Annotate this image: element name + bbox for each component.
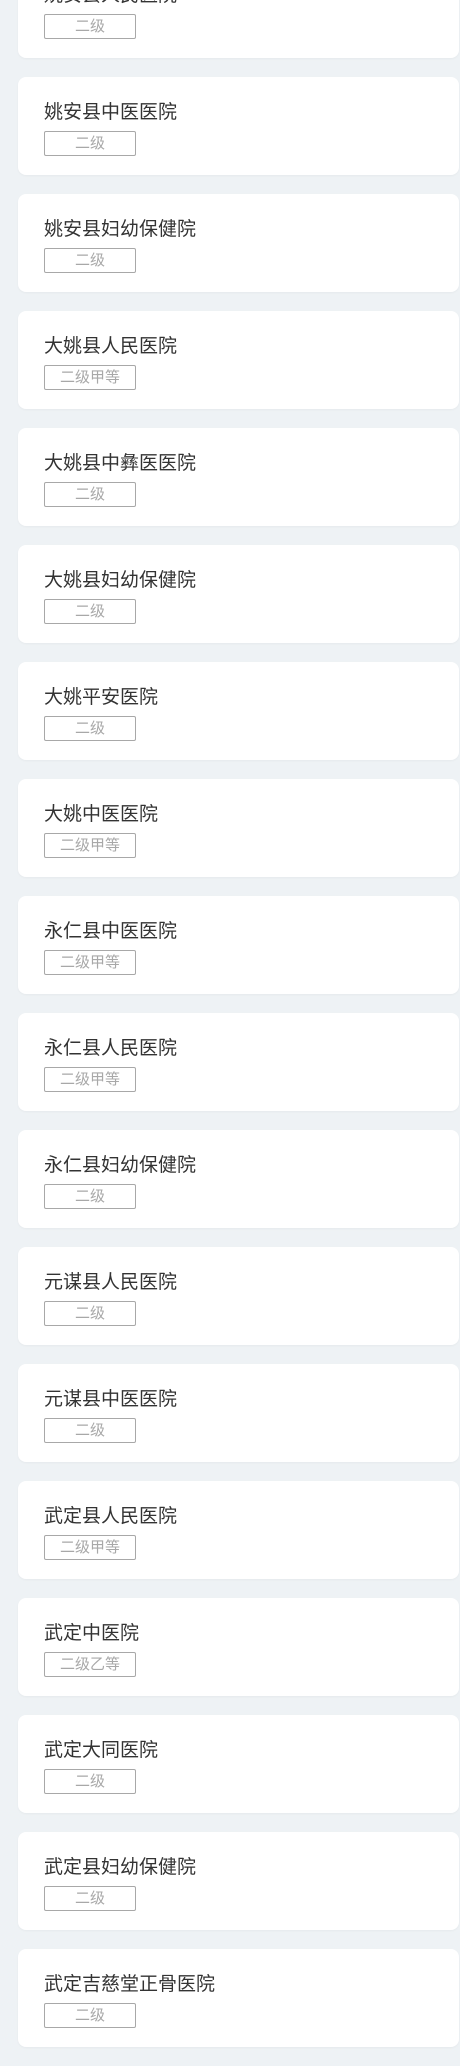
hospital-name: 大姚县中彝医医院	[44, 452, 197, 474]
hospital-level-badge: 二级乙等	[44, 1652, 136, 1677]
hospital-card[interactable]: 永仁县妇幼保健院 二级	[18, 1130, 459, 1228]
hospital-level-badge: 二级	[44, 599, 136, 624]
hospital-level-badge: 二级	[44, 716, 136, 741]
hospital-level-badge: 二级	[44, 131, 136, 156]
hospital-name: 姚安县人民医院	[44, 0, 177, 7]
hospital-level-badge: 二级甲等	[44, 1067, 136, 1092]
hospital-card[interactable]: 姚安县人民医院二级	[18, 0, 459, 58]
hospital-card[interactable]: 永仁县中医医院 二级甲等	[18, 896, 459, 994]
hospital-card[interactable]: 武定吉慈堂正骨医院 二级	[18, 1949, 459, 2047]
hospital-name: 大姚县妇幼保健院	[44, 569, 197, 591]
hospital-card[interactable]: 大姚县妇幼保健院 二级	[18, 545, 459, 643]
hospital-name: 大姚县人民医院	[44, 335, 178, 357]
hospital-name: 武定县妇幼保健院	[44, 1856, 197, 1878]
hospital-name: 永仁县妇幼保健院	[44, 1154, 197, 1176]
hospital-card[interactable]: 武定县人民医院 二级甲等	[18, 1481, 459, 1579]
hospital-name: 武定大同医院	[44, 1739, 159, 1761]
hospital-card[interactable]: 武定中医院 二级乙等	[18, 1598, 459, 1696]
hospital-level-badge: 二级	[44, 14, 136, 39]
hospital-level-badge: 二级甲等	[44, 1535, 136, 1560]
hospital-level-badge: 二级	[44, 482, 136, 507]
hospital-card[interactable]: 武定大同医院 二级	[18, 1715, 459, 1813]
hospital-card[interactable]: 大姚县中彝医医院 二级	[18, 428, 459, 526]
hospital-card[interactable]: 姚安县妇幼保健院 二级	[18, 194, 459, 292]
hospital-level-badge: 二级甲等	[44, 833, 136, 858]
hospital-level-badge: 二级甲等	[44, 950, 136, 975]
hospital-card[interactable]: 元谋县人民医院 二级	[18, 1247, 459, 1345]
hospital-level-badge: 二级	[44, 1886, 136, 1911]
hospital-card[interactable]: 大姚中医医院 二级甲等	[18, 779, 459, 877]
hospital-card[interactable]: 大姚平安医院 二级	[18, 662, 459, 760]
hospital-card[interactable]: 姚安县中医医院 二级	[18, 77, 459, 175]
hospital-level-badge: 二级	[44, 1301, 136, 1326]
hospital-list-page: { "hospitals": [ {"name": "姚安县人民医院", "le…	[0, 0, 460, 2048]
hospital-card[interactable]: 永仁县人民医院 二级甲等	[18, 1013, 459, 1111]
hospital-level-badge: 二级	[44, 248, 136, 273]
hospital-name: 武定县人民医院	[44, 1505, 178, 1527]
hospital-name: 姚安县妇幼保健院	[44, 218, 197, 240]
hospital-card[interactable]: 大姚县人民医院 二级甲等	[18, 311, 459, 409]
hospital-name: 元谋县中医医院	[44, 1388, 178, 1410]
hospital-name: 姚安县中医医院	[44, 101, 178, 123]
hospital-name: 元谋县人民医院	[44, 1271, 178, 1293]
hospital-level-badge: 二级甲等	[44, 365, 136, 390]
hospital-card[interactable]: 武定县妇幼保健院 二级	[18, 1832, 459, 1930]
hospital-name: 永仁县中医医院	[44, 920, 178, 942]
hospital-name: 大姚中医医院	[44, 803, 159, 825]
hospital-name: 永仁县人民医院	[44, 1037, 178, 1059]
hospital-level-badge: 二级	[44, 1769, 136, 1794]
hospital-card[interactable]: 元谋县中医医院 二级	[18, 1364, 459, 1462]
hospital-level-badge: 二级	[44, 1418, 136, 1443]
hospital-level-badge: 二级	[44, 1184, 136, 1209]
hospital-name: 武定吉慈堂正骨医院	[44, 1973, 216, 1995]
hospital-level-badge: 二级	[44, 2003, 136, 2028]
hospital-name: 武定中医院	[44, 1622, 140, 1644]
hospital-name: 大姚平安医院	[44, 686, 159, 708]
hospital-list: 姚安县人民医院二级姚安县中医医院二级姚安县妇幼保健院二级大姚县人民医院二级甲等大…	[18, 0, 459, 2066]
